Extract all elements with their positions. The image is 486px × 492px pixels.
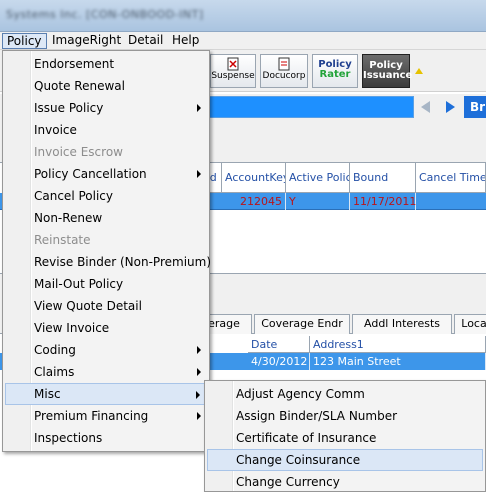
menu-item-premium-financing[interactable]: Premium Financing bbox=[5, 405, 207, 427]
docucorp-label: Docucorp bbox=[262, 71, 306, 81]
issuance-line2: Issuance bbox=[363, 70, 413, 81]
menu-item-label: Policy Cancellation bbox=[34, 167, 147, 181]
cell-account-key: 212045 bbox=[222, 193, 286, 210]
menu-help[interactable]: Help bbox=[168, 33, 203, 49]
column-header-cancel-time[interactable]: Cancel Time bbox=[416, 163, 486, 193]
misc-submenu: Adjust Agency Comm Assign Binder/SLA Num… bbox=[204, 380, 486, 492]
menu-item-issue-policy[interactable]: Issue Policy bbox=[5, 97, 207, 119]
window-title: Systems Inc. [CON-ONBOOD-INT] bbox=[6, 8, 204, 21]
submenu-arrow-icon bbox=[197, 104, 201, 112]
menu-item-quote-renewal[interactable]: Quote Renewal bbox=[5, 75, 207, 97]
column-header-bound[interactable]: Bound bbox=[350, 163, 416, 193]
submenu-arrow-icon bbox=[197, 170, 201, 178]
toolbar-overflow-icon[interactable] bbox=[415, 68, 423, 74]
menu-item-view-quote-detail[interactable]: View Quote Detail bbox=[5, 295, 207, 317]
menu-item-adjust-agency-comm[interactable]: Adjust Agency Comm bbox=[207, 383, 483, 405]
policy-rater-button[interactable]: Policy Rater bbox=[312, 54, 358, 88]
cell-bound: 11/17/2011 bbox=[350, 193, 416, 210]
menu-detail[interactable]: Detail bbox=[124, 33, 167, 49]
menu-item-change-coinsurance[interactable]: Change Coinsurance bbox=[207, 449, 483, 471]
menu-item-claims[interactable]: Claims bbox=[5, 361, 207, 383]
menu-item-label: Premium Financing bbox=[34, 409, 149, 423]
menu-item-cancel-policy[interactable]: Cancel Policy bbox=[5, 185, 207, 207]
suspense-label: Suspense bbox=[211, 71, 255, 81]
submenu-arrow-icon bbox=[197, 368, 201, 376]
tab-location[interactable]: Loca bbox=[454, 314, 486, 334]
menu-item-invoice-escrow: Invoice Escrow bbox=[34, 145, 123, 159]
submenu-arrow-icon bbox=[197, 412, 201, 420]
policy-menu: Endorsement Quote Renewal Issue Policy I… bbox=[2, 50, 211, 452]
cell-date-issued: 4/30/2012 bbox=[248, 353, 310, 370]
menu-item-misc[interactable]: Misc bbox=[5, 383, 207, 405]
submenu-arrow-icon bbox=[196, 391, 200, 399]
suspense-button[interactable]: Suspense bbox=[210, 54, 256, 88]
menu-item-revise-binder[interactable]: Revise Binder (Non-Premium) bbox=[5, 251, 211, 273]
menu-item-certificate-of-insurance[interactable]: Certificate of Insurance bbox=[207, 427, 483, 449]
menu-item-invoice[interactable]: Invoice bbox=[5, 119, 207, 141]
record-navigator-field[interactable] bbox=[208, 96, 414, 118]
menu-item-label: Issue Policy bbox=[34, 101, 104, 115]
menu-item-reinstate: Reinstate bbox=[34, 233, 91, 247]
tab-coverage-endr[interactable]: Coverage Endr bbox=[254, 314, 350, 334]
menu-item-label: Misc bbox=[34, 387, 61, 401]
menu-item-view-invoice[interactable]: View Invoice bbox=[5, 317, 207, 339]
menu-item-policy-cancellation[interactable]: Policy Cancellation bbox=[5, 163, 207, 185]
submenu-arrow-icon bbox=[197, 346, 201, 354]
column-header-date-issued[interactable]: Date Issued bbox=[248, 336, 310, 368]
browse-button[interactable]: Br bbox=[464, 96, 486, 118]
menu-imageright[interactable]: ImageRight bbox=[48, 33, 125, 49]
forward-arrow-icon[interactable] bbox=[446, 101, 455, 113]
docucorp-button[interactable]: Docucorp bbox=[260, 54, 308, 88]
menu-item-endorsement[interactable]: Endorsement bbox=[5, 53, 207, 75]
menu-item-mail-out-policy[interactable]: Mail-Out Policy bbox=[5, 273, 207, 295]
cell-address1: 123 Main Street bbox=[310, 353, 486, 370]
column-header-active-policy[interactable]: Active Policy bbox=[286, 163, 350, 193]
menu-item-label: Claims bbox=[34, 365, 75, 379]
policy-issuance-button[interactable]: Policy Issuance bbox=[362, 54, 413, 88]
cell-active-policy: Y bbox=[286, 193, 350, 210]
column-header-address1[interactable]: Address1 bbox=[310, 336, 486, 353]
menu-policy[interactable]: Policy bbox=[2, 33, 47, 49]
docucorp-icon bbox=[278, 57, 290, 71]
menu-item-non-renew[interactable]: Non-Renew bbox=[5, 207, 207, 229]
menu-bar: Policy ImageRight Detail Help bbox=[0, 32, 486, 50]
title-bar: Systems Inc. [CON-ONBOOD-INT] bbox=[0, 0, 486, 32]
menu-item-assign-binder[interactable]: Assign Binder/SLA Number bbox=[207, 405, 483, 427]
menu-item-change-currency[interactable]: Change Currency bbox=[207, 471, 483, 492]
menu-item-coding[interactable]: Coding bbox=[5, 339, 207, 361]
back-arrow-icon[interactable] bbox=[421, 101, 430, 113]
suspense-icon bbox=[227, 57, 239, 71]
tab-addl-interests[interactable]: Addl Interests bbox=[352, 314, 452, 334]
column-header-accountkey[interactable]: AccountKey bbox=[222, 163, 286, 193]
menu-item-inspections[interactable]: Inspections bbox=[5, 427, 207, 449]
rater-line2: Rater bbox=[319, 69, 351, 80]
menu-item-label: Coding bbox=[34, 343, 76, 357]
